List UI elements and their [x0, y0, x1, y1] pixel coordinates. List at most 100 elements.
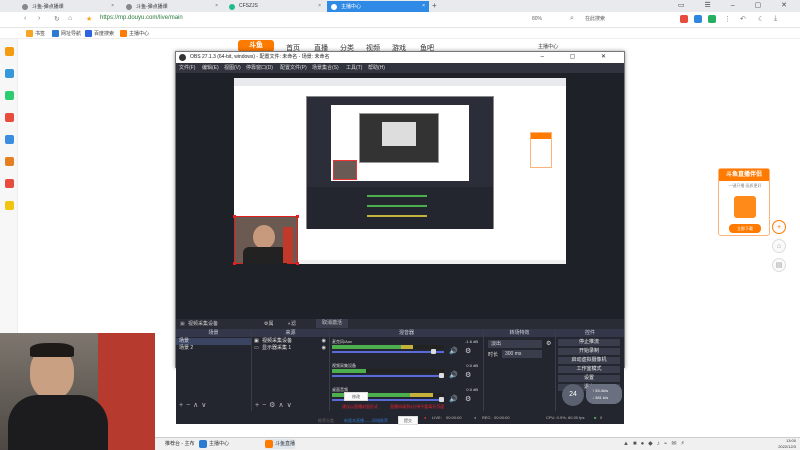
- sidebar-app-icon[interactable]: [5, 201, 14, 210]
- search-engine-icon[interactable]: ⌕: [570, 15, 574, 23]
- menu-item[interactable]: 编辑(E): [202, 63, 219, 73]
- webcam-source-selected[interactable]: [233, 215, 299, 265]
- bookmark-item[interactable]: 网址导航: [52, 30, 81, 37]
- obs-preview[interactable]: [176, 73, 624, 319]
- bookmark-item[interactable]: 书签: [26, 30, 45, 37]
- menu-item[interactable]: 停靠窗口(D): [246, 63, 273, 73]
- speaker-icon[interactable]: 🔊: [449, 347, 458, 355]
- home-icon[interactable]: ⌂: [772, 239, 786, 253]
- menu-item[interactable]: 文件(F): [179, 63, 195, 73]
- user-menu[interactable]: 主播中心: [538, 43, 558, 50]
- extension-icon[interactable]: [694, 15, 702, 23]
- close-tab-icon[interactable]: ×: [318, 3, 321, 9]
- extension-icon[interactable]: [680, 15, 688, 23]
- speaker-icon[interactable]: 🔊: [449, 371, 458, 379]
- taskbar-item[interactable]: 主播中心: [199, 440, 229, 448]
- window-controls[interactable]: ▭ ☰ – ▢ ✕: [678, 1, 796, 9]
- volume-slider[interactable]: [332, 375, 444, 377]
- settings-button[interactable]: 设置: [558, 375, 620, 382]
- menu-icon[interactable]: ⋮: [724, 15, 731, 23]
- studio-mode-button[interactable]: 工作室模式: [558, 366, 620, 373]
- taskbar-item-active[interactable]: 斗鱼直播: [265, 439, 296, 449]
- download-icon[interactable]: ⤓: [774, 15, 777, 23]
- source-item[interactable]: 显示器采集 1 ▭ ◉: [252, 345, 329, 352]
- browser-tab-active[interactable]: 主播中心 ×: [327, 1, 429, 12]
- gift-icon[interactable]: ▤: [772, 258, 786, 272]
- volume-knob[interactable]: [431, 349, 436, 354]
- transition-select[interactable]: 淡出: [488, 340, 542, 348]
- browser-tab[interactable]: 斗鱼-弹点播课 ×: [18, 1, 118, 12]
- sidebar-app-icon[interactable]: [5, 135, 14, 144]
- bookmark-item[interactable]: 百度搜索: [85, 30, 114, 37]
- volume-slider[interactable]: [332, 351, 444, 353]
- sidebar-app-icon[interactable]: [5, 69, 14, 78]
- resize-handle[interactable]: [296, 215, 299, 218]
- sidebar-app-icon[interactable]: [5, 157, 14, 166]
- submit-button[interactable]: 提交: [398, 416, 418, 425]
- taskbar-item[interactable]: 推荐台 - 主布: [155, 440, 194, 447]
- browser-tab[interactable]: 斗鱼-弹点播课 ×: [122, 1, 222, 12]
- menu-item[interactable]: 配置文件(P): [280, 63, 307, 73]
- close-tab-icon[interactable]: ×: [215, 3, 218, 9]
- eye-icon[interactable]: ◉: [322, 338, 326, 345]
- home-icon[interactable]: ⌂: [68, 15, 72, 22]
- extension-icon[interactable]: [708, 15, 716, 23]
- source-item[interactable]: 视频采集设备 ▣ ◉: [252, 338, 329, 345]
- menu-item[interactable]: 场景集合(S): [312, 63, 339, 73]
- url-input[interactable]: https://mp.douyu.com/live/main: [100, 15, 183, 21]
- new-tab-button[interactable]: +: [432, 1, 437, 10]
- promo-card[interactable]: 斗鱼直播伴侣 一键开播 画质更好 立即下载: [718, 168, 770, 236]
- volume-knob[interactable]: [439, 397, 444, 402]
- gear-icon[interactable]: ⚙: [546, 340, 551, 347]
- dock-header: 来源: [252, 329, 329, 337]
- close-tab-icon[interactable]: ×: [422, 3, 425, 9]
- system-clock[interactable]: 13:00 2022/12/3: [778, 438, 796, 450]
- back-icon[interactable]: ‹: [24, 15, 26, 22]
- zoom-level[interactable]: 80%: [532, 16, 542, 22]
- resize-handle[interactable]: [233, 215, 236, 218]
- deactivate-button[interactable]: 取消激活: [316, 319, 349, 328]
- properties-button[interactable]: ⚙ 属性: [264, 319, 274, 337]
- dock-header: 控件: [556, 329, 624, 337]
- scene-item[interactable]: 场景 2: [176, 345, 251, 352]
- category-link[interactable]: 新版本直播——同城推荐: [344, 418, 388, 424]
- gear-icon[interactable]: ⚙: [465, 395, 471, 403]
- reload-icon[interactable]: ↻: [54, 15, 60, 23]
- stop-streaming-button[interactable]: 停止推流: [558, 339, 620, 346]
- sidebar-app-icon[interactable]: [5, 113, 14, 122]
- filters-button[interactable]: ◐ 滤镜: [288, 319, 296, 337]
- window-controls[interactable]: – ▢ ✕: [541, 52, 618, 63]
- night-mode-icon[interactable]: ☾: [758, 15, 764, 23]
- source-tools[interactable]: +−⚙∧∨: [255, 401, 295, 409]
- sidebar-app-icon[interactable]: [5, 179, 14, 188]
- menu-item[interactable]: 工具(T): [346, 63, 362, 73]
- undo-icon[interactable]: ↶: [740, 15, 746, 23]
- modify-button[interactable]: 修改: [344, 392, 368, 401]
- star-icon[interactable]: ★: [86, 15, 92, 23]
- menu-item[interactable]: 帮助(H): [368, 63, 385, 73]
- speaker-icon[interactable]: 🔊: [449, 395, 458, 403]
- resize-handle[interactable]: [233, 262, 236, 265]
- gear-icon[interactable]: ⚙: [465, 371, 471, 379]
- gear-icon[interactable]: ⚙: [465, 347, 471, 355]
- eye-icon[interactable]: ◉: [322, 345, 326, 352]
- forward-icon[interactable]: ›: [38, 15, 40, 22]
- start-recording-button[interactable]: 开始录制: [558, 348, 620, 355]
- resize-handle[interactable]: [296, 262, 299, 265]
- menu-item[interactable]: 视图(V): [224, 63, 241, 73]
- search-input[interactable]: 在此搜索: [585, 15, 670, 25]
- sidebar-app-icon[interactable]: [5, 47, 14, 56]
- download-button[interactable]: 立即下载: [729, 224, 761, 233]
- sidebar-app-icon[interactable]: [5, 91, 14, 100]
- duration-input[interactable]: 300 ms: [502, 350, 542, 358]
- close-tab-icon[interactable]: ×: [111, 3, 114, 9]
- meter-fill: [401, 345, 413, 349]
- scene-item[interactable]: 场景: [176, 338, 251, 345]
- bookmark-item[interactable]: 主播中心: [120, 30, 149, 37]
- browser-tab[interactable]: CFSZJS ×: [225, 1, 325, 12]
- tray-icons[interactable]: ▲■●◆♪⌁✉⚡: [623, 440, 689, 447]
- virtual-camera-button[interactable]: 启动虚拟摄像机: [558, 357, 620, 364]
- scene-tools[interactable]: +−∧∨: [179, 401, 209, 409]
- volume-knob[interactable]: [439, 373, 444, 378]
- add-icon[interactable]: +: [772, 220, 786, 234]
